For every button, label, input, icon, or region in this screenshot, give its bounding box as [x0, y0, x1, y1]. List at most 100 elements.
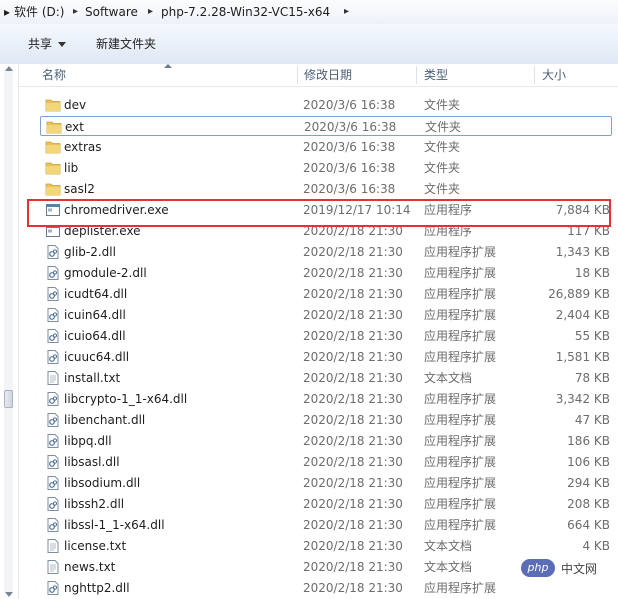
- file-name: glib-2.dll: [64, 245, 116, 259]
- dll-icon: [45, 517, 61, 533]
- folder-icon: [45, 181, 61, 197]
- file-name: gmodule-2.dll: [64, 266, 147, 280]
- file-size: 3,342 KB: [555, 392, 610, 406]
- file-size: 2,404 KB: [555, 308, 610, 322]
- file-row[interactable]: sasl2 2020/3/6 16:38 文件夹: [40, 179, 612, 199]
- file-row[interactable]: glib-2.dll 2020/2/18 21:30 应用程序扩展 1,343 KB: [40, 242, 612, 262]
- file-type: 应用程序扩展: [424, 329, 497, 343]
- file-name: sasl2: [64, 182, 95, 196]
- file-row[interactable]: libsasl.dll 2020/2/18 21:30 应用程序扩展 106 KB: [40, 452, 612, 472]
- file-name: icuin64.dll: [64, 308, 126, 322]
- file-type: 应用程序扩展: [424, 392, 497, 406]
- txt-icon: [45, 559, 61, 575]
- file-row[interactable]: lib 2020/3/6 16:38 文件夹: [40, 158, 612, 178]
- file-name: icuuc64.dll: [64, 350, 130, 364]
- file-name: icudt64.dll: [64, 287, 128, 301]
- file-name: libenchant.dll: [64, 413, 146, 427]
- file-row[interactable]: license.txt 2020/2/18 21:30 文本文档 4 KB: [40, 536, 612, 556]
- file-type: 文本文档: [424, 539, 473, 553]
- file-row[interactable]: icuuc64.dll 2020/2/18 21:30 应用程序扩展 1,581 KB: [40, 347, 612, 367]
- file-row[interactable]: libenchant.dll 2020/2/18 21:30 应用程序扩展 47 KB: [40, 410, 612, 430]
- file-modified-date: 2020/2/18 21:30: [303, 455, 403, 469]
- file-type: 文件夹: [424, 98, 461, 112]
- file-name: install.txt: [64, 371, 121, 385]
- file-modified-date: 2020/2/18 21:30: [303, 476, 403, 490]
- file-type: 应用程序扩展: [424, 497, 497, 511]
- file-type: 文件夹: [424, 182, 461, 196]
- file-modified-date: 2020/2/18 21:30: [303, 497, 403, 511]
- file-row[interactable]: icuin64.dll 2020/2/18 21:30 应用程序扩展 2,404 KB: [40, 305, 612, 325]
- file-modified-date: 2020/2/18 21:30: [303, 245, 403, 259]
- dll-icon: [45, 475, 61, 491]
- file-modified-date: 2020/2/18 21:30: [303, 329, 403, 343]
- file-type: 文件夹: [425, 120, 462, 134]
- file-row[interactable]: libssl-1_1-x64.dll 2020/2/18 21:30 应用程序扩展 6…: [40, 515, 612, 535]
- file-type: 应用程序扩展: [424, 581, 497, 595]
- dll-icon: [45, 391, 61, 407]
- dll-icon: [45, 307, 61, 323]
- file-name: libsasl.dll: [64, 455, 120, 469]
- file-type: 应用程序扩展: [424, 350, 497, 364]
- file-modified-date: 2020/2/18 21:30: [303, 308, 403, 322]
- file-row[interactable]: libssh2.dll 2020/2/18 21:30 应用程序扩展 208 KB: [40, 494, 612, 514]
- file-size: 664 KB: [567, 518, 610, 532]
- file-type: 应用程序扩展: [424, 287, 497, 301]
- file-type: 应用程序扩展: [424, 434, 497, 448]
- dll-icon: [45, 412, 61, 428]
- file-modified-date: 2020/2/18 21:30: [303, 518, 403, 532]
- folder-icon: [45, 139, 61, 155]
- file-name: lib: [64, 161, 79, 175]
- file-name: extras: [64, 140, 102, 154]
- file-name: libcrypto-1_1-x64.dll: [64, 392, 188, 406]
- file-type: 文件夹: [424, 140, 461, 154]
- file-type: 文本文档: [424, 560, 473, 574]
- watermark: php 中文网: [521, 557, 613, 579]
- file-size: 294 KB: [567, 476, 610, 490]
- file-row[interactable]: extras 2020/3/6 16:38 文件夹: [40, 137, 612, 157]
- file-name: dev: [64, 98, 87, 112]
- file-size: 4 KB: [582, 539, 610, 553]
- file-modified-date: 2020/2/18 21:30: [303, 371, 403, 385]
- file-row[interactable]: install.txt 2020/2/18 21:30 文本文档 78 KB: [40, 368, 612, 388]
- file-row[interactable]: libcrypto-1_1-x64.dll 2020/2/18 21:30 应用程序…: [40, 389, 612, 409]
- file-list: dev 2020/3/6 16:38 文件夹 ext 2020/3/6 16:38 文件夹…: [0, 0, 618, 599]
- file-row[interactable]: dev 2020/3/6 16:38 文件夹: [40, 95, 612, 115]
- dll-icon: [45, 433, 61, 449]
- watermark-text: 中文网: [561, 562, 598, 576]
- file-name: libpq.dll: [64, 434, 112, 448]
- file-name: libsodium.dll: [64, 476, 141, 490]
- file-row[interactable]: icuio64.dll 2020/2/18 21:30 应用程序扩展 55 KB: [40, 326, 612, 346]
- file-name: news.txt: [64, 560, 116, 574]
- file-modified-date: 2020/3/6 16:38: [303, 140, 396, 154]
- file-type: 应用程序扩展: [424, 266, 497, 280]
- file-name: license.txt: [64, 539, 127, 553]
- file-type: 应用程序扩展: [424, 245, 497, 259]
- file-modified-date: 2020/3/6 16:38: [303, 161, 396, 175]
- dll-icon: [45, 286, 61, 302]
- file-type: 应用程序扩展: [424, 476, 497, 490]
- file-modified-date: 2020/3/6 16:38: [303, 98, 396, 112]
- file-size: 47 KB: [574, 413, 610, 427]
- file-size: 1,581 KB: [555, 350, 610, 364]
- file-row[interactable]: gmodule-2.dll 2020/2/18 21:30 应用程序扩展 18 KB: [40, 263, 612, 283]
- dll-icon: [45, 328, 61, 344]
- file-name: libssl-1_1-x64.dll: [64, 518, 165, 532]
- dll-icon: [45, 454, 61, 470]
- file-row[interactable]: libpq.dll 2020/2/18 21:30 应用程序扩展 186 KB: [40, 431, 612, 451]
- dll-icon: [45, 349, 61, 365]
- file-name: libssh2.dll: [64, 497, 125, 511]
- file-type: 应用程序扩展: [424, 413, 497, 427]
- file-modified-date: 2020/2/18 21:30: [303, 413, 403, 427]
- file-size: 106 KB: [567, 455, 610, 469]
- file-row[interactable]: icudt64.dll 2020/2/18 21:30 应用程序扩展 26,889 K…: [40, 284, 612, 304]
- file-modified-date: 2020/3/6 16:38: [303, 182, 396, 196]
- file-row[interactable]: ext 2020/3/6 16:38 文件夹: [40, 116, 612, 136]
- file-row[interactable]: nghttp2.dll 2020/2/18 21:30 应用程序扩展: [40, 578, 612, 598]
- file-size: 18 KB: [574, 266, 610, 280]
- file-row[interactable]: libsodium.dll 2020/2/18 21:30 应用程序扩展 294 KB: [40, 473, 612, 493]
- php-logo-icon: php: [521, 559, 555, 577]
- dll-icon: [45, 244, 61, 260]
- dll-icon: [45, 496, 61, 512]
- file-modified-date: 2020/2/18 21:30: [303, 350, 403, 364]
- file-type: 文件夹: [424, 161, 461, 175]
